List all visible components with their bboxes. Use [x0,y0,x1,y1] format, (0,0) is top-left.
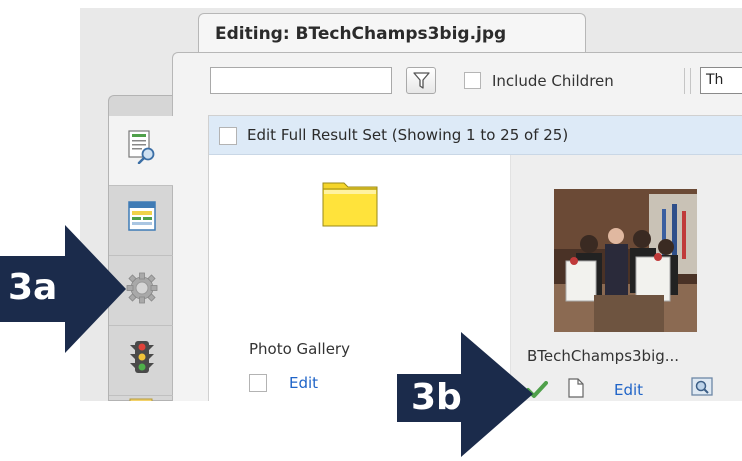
callout-label: 3b [411,377,462,418]
edit-link[interactable]: Edit [289,374,318,392]
sidebar-item-content[interactable] [109,116,173,186]
callout-label: 3a [8,267,58,308]
photo-image [554,189,697,332]
result-set-bar: Edit Full Result Set (Showing 1 to 25 of… [209,116,742,155]
document-search-icon [128,130,155,164]
funnel-icon [413,72,430,89]
file-icon[interactable] [568,378,584,398]
note-icon [129,398,153,401]
callout-arrow-3a: 3a [0,225,126,353]
form-icon [128,201,156,231]
item-name: BTechChamps3big... [527,347,680,365]
include-children-label: Include Children [492,72,614,90]
toolbar: Include Children Th [200,62,742,96]
search-input[interactable] [210,67,392,94]
edit-link[interactable]: Edit [614,381,643,399]
callout-arrow-3b: 3b [397,332,533,457]
preview-icon[interactable] [691,377,713,397]
tab-editing[interactable]: Editing: BTechChamps3big.jpg [198,13,586,53]
gear-icon [126,272,158,304]
folder-icon [322,182,378,227]
include-children-checkbox[interactable] [464,72,481,89]
toolbar-divider [684,68,685,94]
filter-button[interactable] [406,67,436,94]
list-item[interactable]: BTechChamps3big... Edit [510,155,742,401]
item-select-checkbox[interactable] [249,374,267,392]
toolbar-divider [690,68,691,94]
tab-title: Editing: BTechChamps3big.jpg [215,24,507,44]
traffic-light-icon [130,341,154,373]
view-select[interactable]: Th [700,67,742,94]
item-name: Photo Gallery [249,340,350,358]
result-set-label: Edit Full Result Set (Showing 1 to 25 of… [247,126,569,144]
sidebar-item-notes[interactable] [109,396,173,401]
edit-full-result-set-checkbox[interactable] [219,127,237,145]
photo-thumbnail[interactable] [554,189,697,332]
